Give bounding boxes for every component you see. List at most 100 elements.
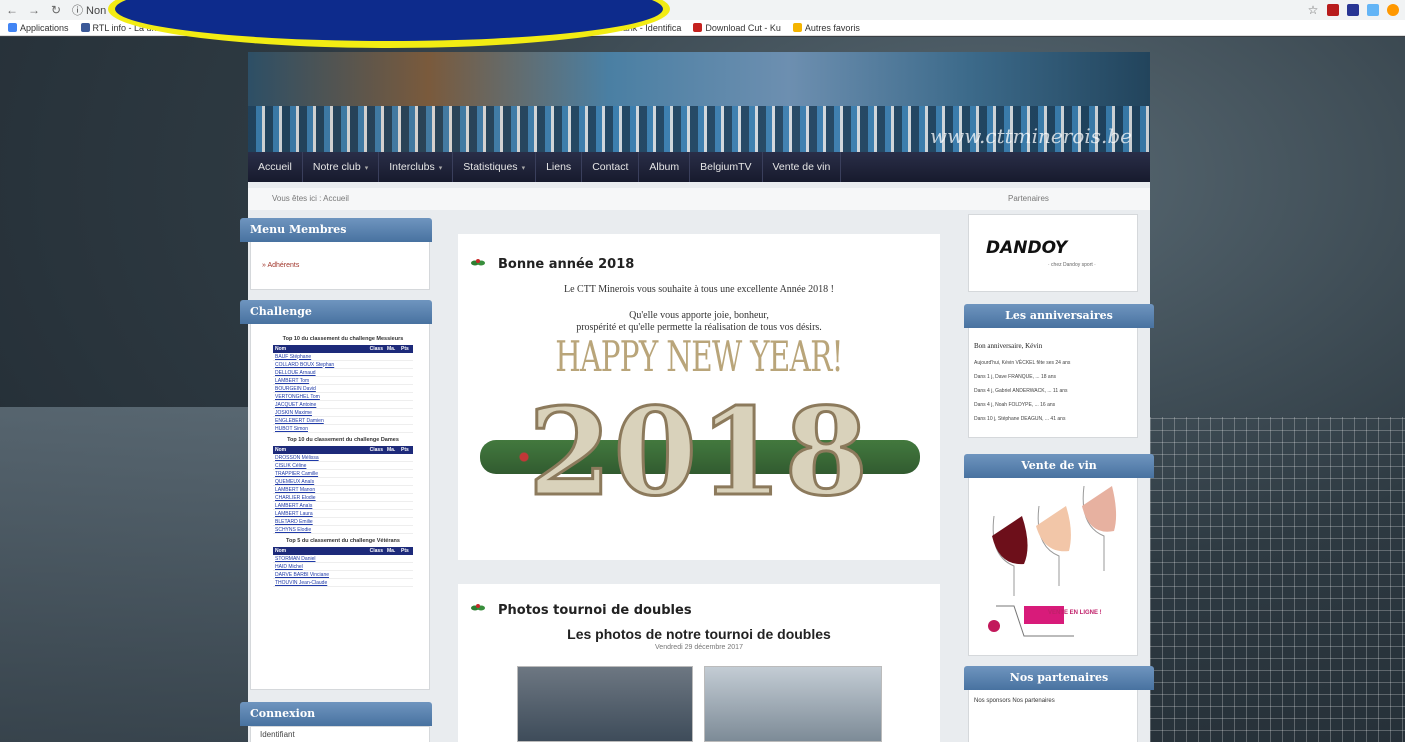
player-link[interactable]: TRAPPIER Camille (273, 469, 368, 478)
nav-item[interactable]: Accueil (248, 152, 303, 182)
nav-label: Contact (592, 161, 629, 173)
nav-item[interactable]: Liens (536, 152, 583, 182)
reload-icon[interactable]: ↻ (50, 3, 62, 17)
player-link[interactable]: VERTONGHEL Tom (273, 392, 368, 401)
table-row: VERTONGHEL Tom (273, 392, 413, 401)
player-link[interactable]: LAMBERT Tom (273, 376, 368, 385)
star-icon[interactable]: ☆ (1307, 3, 1319, 17)
table-cell (385, 424, 399, 433)
wine-sale-link[interactable]: VENTE EN LIGNE ! (1048, 610, 1102, 616)
player-link[interactable]: BOURGEIN David (273, 384, 368, 393)
table-header[interactable]: Ma. (385, 446, 399, 454)
birthdays-header: Les anniversaires (964, 304, 1154, 328)
player-link[interactable]: HAID Michel (273, 562, 368, 571)
nav-label: Liens (546, 161, 572, 173)
table-cell (367, 562, 385, 571)
photo-thumbnail[interactable] (517, 666, 693, 742)
table-cell (367, 400, 385, 409)
table-row: CHARLIER Elodie (273, 493, 413, 502)
player-link[interactable]: COLLARD BOUX Stephan (273, 360, 368, 369)
table-row: BLETARD Emilie (273, 517, 413, 526)
player-link[interactable]: BAUF Stéphane (273, 353, 368, 361)
player-link[interactable]: STORMAN Daniel (273, 555, 368, 563)
table-header[interactable]: Nom (273, 547, 368, 555)
back-icon[interactable]: ← (6, 3, 18, 17)
dandoy-logo[interactable]: DANDOY (986, 238, 1067, 258)
post-line: Qu'elle vous apporte joie, bonheur, (629, 310, 769, 321)
table-cell (399, 376, 413, 385)
bookmark-item[interactable]: Download Cut - Ku (693, 23, 781, 33)
extension-icon[interactable] (1347, 4, 1359, 16)
table-header[interactable]: Ma. (385, 547, 399, 555)
post-subtitle: Les photos de notre tournoi de doubles (567, 626, 831, 642)
table-cell (367, 493, 385, 502)
table-row: LAMBERT Anaïs (273, 501, 413, 510)
url-field[interactable]: ⓘ Non (72, 2, 106, 18)
table-cell (399, 517, 413, 526)
nav-label: Accueil (258, 161, 292, 173)
player-link[interactable]: ENGLEBERT Damien (273, 416, 368, 425)
connexion-header: Connexion (240, 702, 432, 726)
table-header[interactable]: Nom (273, 345, 368, 353)
player-link[interactable]: DROSSON Mélissa (273, 454, 368, 462)
table-header[interactable]: Class (367, 345, 385, 353)
table-header[interactable]: Pts (399, 345, 413, 353)
partners-links[interactable]: Nos sponsors Nos partenaires (974, 698, 1055, 704)
bookmark-item[interactable]: Autres favoris (792, 22, 860, 33)
nav-label: Album (649, 161, 680, 173)
table-row: ENGLEBERT Damien (273, 416, 413, 425)
nav-item[interactable]: BelgiumTV (690, 152, 763, 182)
player-link[interactable]: JACQUET Antoine (273, 400, 368, 409)
player-link[interactable]: QUEMEUX Anaïs (273, 477, 368, 486)
extension-icon[interactable] (1387, 4, 1399, 16)
adherents-link[interactable]: » Adhérents (262, 262, 299, 269)
player-link[interactable]: THOUVIN Jean-Claude (273, 578, 368, 587)
post-line: Le CTT Minerois vous souhaite à tous une… (563, 284, 835, 295)
player-link[interactable]: LAMBERT Manon (273, 485, 368, 494)
wine-header: Vente de vin (964, 454, 1154, 478)
bookmark-label: Autres favoris (804, 22, 860, 33)
post-title[interactable]: Photos tournoi de doubles (498, 603, 692, 618)
nav-item[interactable]: Interclubs ▾ (379, 152, 454, 182)
table-header[interactable]: Pts (399, 446, 413, 454)
table-row: LAMBERT Laura (273, 509, 413, 518)
photo-thumbnail[interactable] (704, 666, 882, 742)
table-cell (385, 555, 399, 563)
main-nav: Accueil Notre club ▾ Interclubs ▾ Statistique… (248, 152, 1150, 182)
player-link[interactable]: DELLOUE Arnaud (273, 368, 368, 377)
player-link[interactable]: CISLIK Céline (273, 461, 368, 470)
table-cell (385, 570, 399, 579)
player-link[interactable]: SCHYNS Elodie (273, 525, 368, 534)
player-link[interactable]: HUBOT Simon (273, 424, 368, 433)
player-link[interactable]: CHARLIER Elodie (273, 493, 368, 502)
extension-icon[interactable] (1367, 4, 1379, 16)
table-header[interactable]: Class (367, 446, 385, 454)
nav-item[interactable]: Notre club ▾ (303, 152, 380, 182)
player-link[interactable]: DARVE BARBI Vinciane (273, 570, 368, 579)
table-cell (367, 525, 385, 534)
challenge-header: Challenge (240, 300, 432, 324)
extension-icon[interactable] (1327, 4, 1339, 16)
partners-label[interactable]: Partenaires (1008, 188, 1049, 210)
bookmark-label: Applications (20, 22, 69, 33)
table-header[interactable]: Class (367, 547, 385, 555)
table-header[interactable]: Pts (399, 547, 413, 555)
player-link[interactable]: LAMBERT Anaïs (273, 501, 368, 510)
table-cell (399, 424, 413, 433)
player-link[interactable]: LAMBERT Laura (273, 509, 368, 518)
nav-item[interactable]: Contact (582, 152, 640, 182)
table-cell (385, 461, 399, 470)
nav-item[interactable]: Vente de vin (763, 152, 842, 182)
post-title[interactable]: Bonne année 2018 (498, 257, 634, 272)
table-cell (385, 384, 399, 393)
forward-icon[interactable]: → (28, 3, 40, 17)
nav-item[interactable]: Statistiques ▾ (453, 152, 537, 182)
player-link[interactable]: JOSKIN Maxime (273, 408, 368, 417)
table-header[interactable]: Nom (273, 446, 368, 454)
player-link[interactable]: BLETARD Emilie (273, 517, 368, 526)
table-cell (385, 501, 399, 510)
nav-item[interactable]: Album (639, 152, 691, 182)
table-header[interactable]: Ma. (385, 345, 399, 353)
bookmark-item[interactable]: Applications (8, 23, 69, 33)
table-cell (367, 501, 385, 510)
